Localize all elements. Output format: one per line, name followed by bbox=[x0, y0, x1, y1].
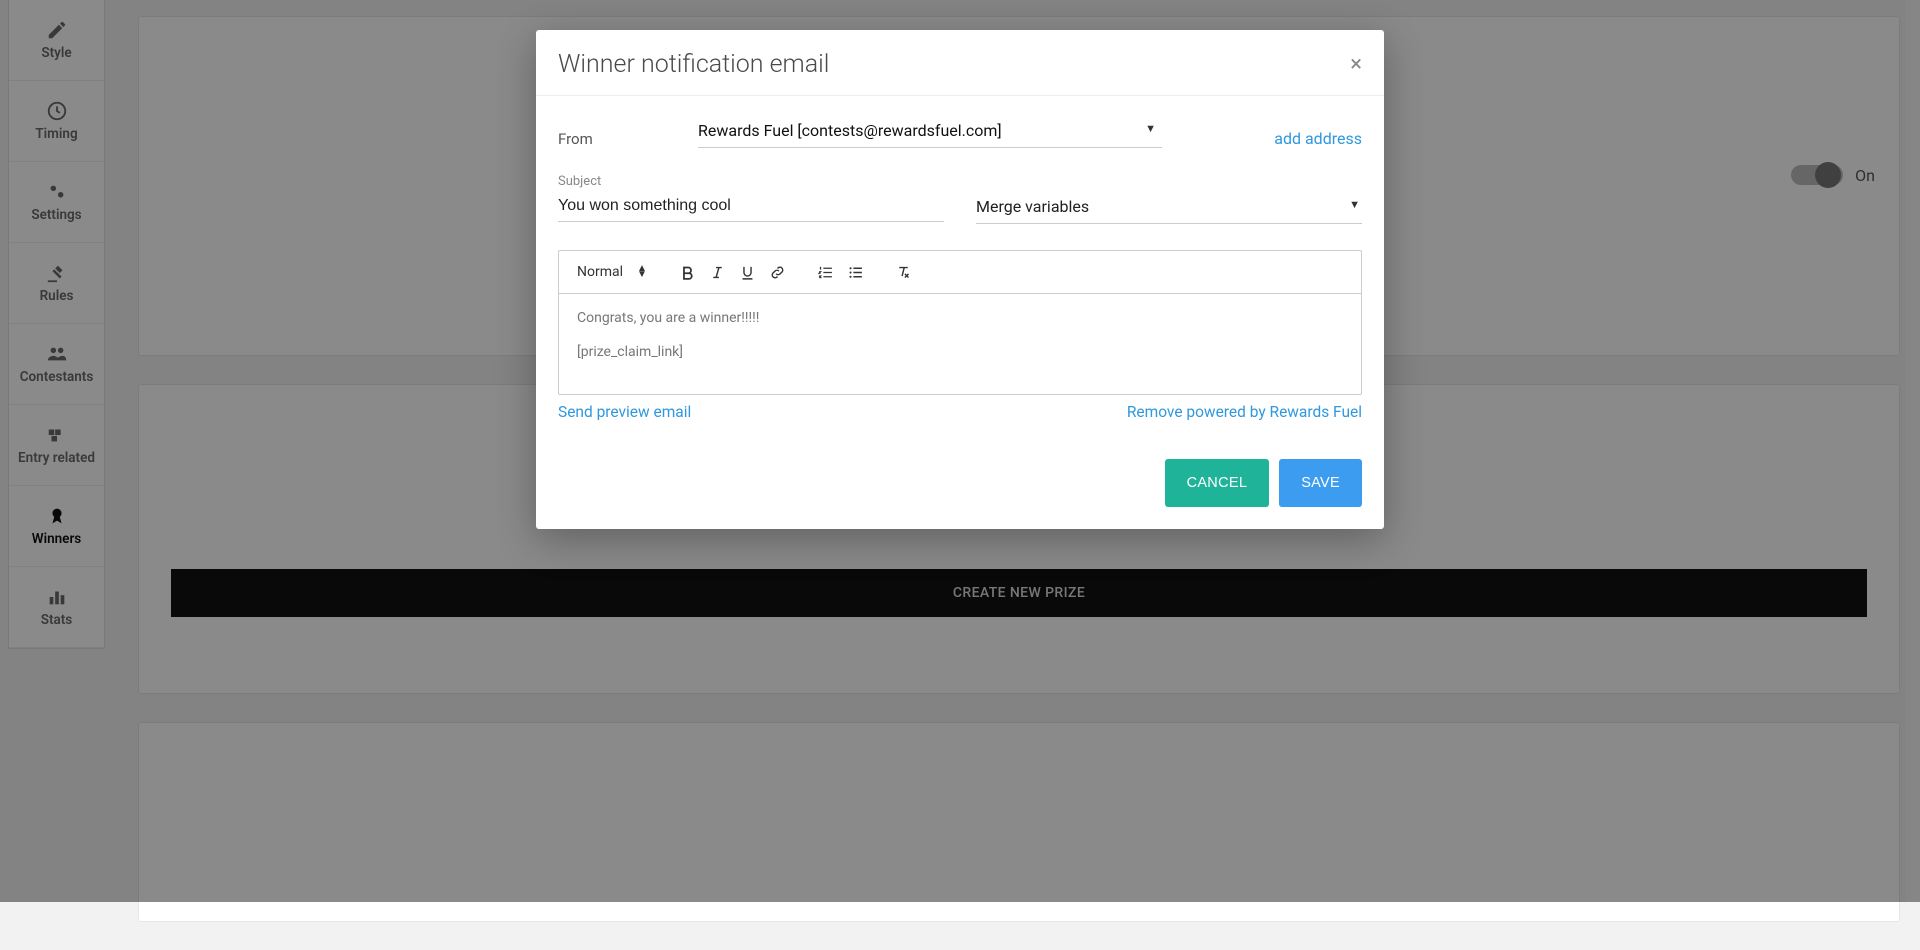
editor-toolbar: Normal ▲▼ bbox=[559, 251, 1361, 294]
cancel-button[interactable]: CANCEL bbox=[1165, 459, 1270, 507]
unordered-list-icon[interactable] bbox=[841, 257, 871, 287]
editor-line-1: Congrats, you are a winner!!!!! bbox=[577, 310, 1343, 326]
bold-icon[interactable] bbox=[673, 257, 703, 287]
merge-value: Merge variables bbox=[976, 197, 1089, 216]
send-preview-link[interactable]: Send preview email bbox=[558, 403, 691, 421]
save-button[interactable]: SAVE bbox=[1279, 459, 1362, 507]
modal-winner-notification: Winner notification email × From Rewards… bbox=[536, 30, 1384, 529]
link-icon[interactable] bbox=[763, 257, 793, 287]
rich-text-editor: Normal ▲▼ Congr bbox=[558, 250, 1362, 395]
chevron-down-icon: ▼ bbox=[1349, 198, 1360, 211]
ordered-list-icon[interactable] bbox=[811, 257, 841, 287]
subject-label: Subject bbox=[558, 174, 944, 189]
subject-input[interactable] bbox=[558, 193, 944, 222]
editor-content[interactable]: Congrats, you are a winner!!!!! [prize_c… bbox=[559, 294, 1361, 394]
add-address-link[interactable]: add address bbox=[1274, 125, 1362, 148]
italic-icon[interactable] bbox=[703, 257, 733, 287]
from-value: Rewards Fuel [contests@rewardsfuel.com] bbox=[698, 121, 1002, 140]
close-icon[interactable]: × bbox=[1350, 54, 1362, 76]
chevron-down-icon: ▼ bbox=[1145, 122, 1156, 135]
merge-variables-select[interactable]: Merge variables ▼ bbox=[976, 190, 1362, 224]
sort-icon: ▲▼ bbox=[637, 266, 647, 278]
from-label: From bbox=[558, 124, 698, 148]
format-select[interactable]: Normal ▲▼ bbox=[569, 264, 655, 280]
from-select[interactable]: Rewards Fuel [contests@rewardsfuel.com] … bbox=[698, 114, 1162, 148]
clear-format-icon[interactable] bbox=[889, 257, 919, 287]
modal-title: Winner notification email bbox=[558, 50, 829, 79]
underline-icon[interactable] bbox=[733, 257, 763, 287]
editor-line-2: [prize_claim_link] bbox=[577, 344, 1343, 360]
remove-powered-link[interactable]: Remove powered by Rewards Fuel bbox=[1127, 403, 1362, 421]
